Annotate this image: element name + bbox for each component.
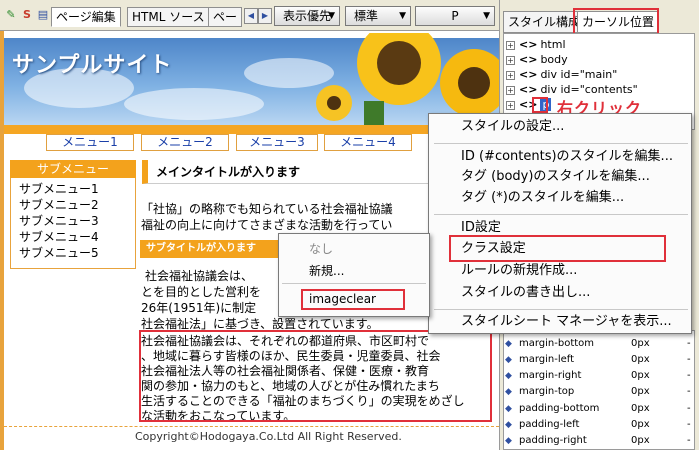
view-mode-dropdown[interactable]: 表示優先 ▼ [274, 6, 340, 26]
paragraph-value: P [451, 9, 459, 23]
property-icon: ◆ [505, 436, 512, 446]
expand-icon[interactable]: + [506, 55, 515, 65]
expand-icon[interactable]: + [506, 85, 515, 95]
class-option-none[interactable]: なし [309, 241, 333, 257]
property-icon: ◆ [505, 355, 512, 365]
tab-preview[interactable]: ペー [208, 7, 242, 27]
submenu-item[interactable]: サブメニュー2 [19, 198, 99, 213]
site-title: サンプルサイト [12, 53, 173, 78]
selected-paragraph-highlight [139, 330, 492, 422]
copyright-text: Copyright©Hodogaya.Co.Ltd All Right Rese… [135, 430, 402, 443]
context-item-new-rule[interactable]: ルールの新規作成... [461, 262, 577, 280]
expand-icon[interactable]: + [506, 100, 515, 110]
submenu-title: サブメニュー [10, 160, 136, 178]
menu-separator [434, 214, 688, 215]
main-title: メインタイトルが入ります [142, 160, 434, 184]
tag-icon: <> [519, 38, 538, 51]
context-item-edit-body-style[interactable]: タグ (body)のスタイルを編集... [461, 168, 650, 186]
expand-icon[interactable]: + [506, 40, 515, 50]
property-icon: ◆ [505, 387, 512, 397]
property-icon: ◆ [505, 339, 512, 349]
view-mode-value: 表示優先 [283, 9, 332, 23]
menu-separator [434, 309, 688, 310]
tag-icon: <> [519, 83, 538, 96]
intro-line: 福祉の向上に向けてさまざまな活動を行ってい [141, 218, 393, 232]
context-item-edit-id-style[interactable]: ID (#contents)のスタイルを編集... [461, 148, 673, 166]
pencil-icon[interactable]: ✎ [4, 8, 18, 22]
tree-item-body[interactable]: + <> body [506, 53, 568, 67]
property-icon: ◆ [505, 371, 512, 381]
context-item-stylesheet-manager[interactable]: スタイルシート マネージャを表示... [461, 313, 672, 331]
document-icon[interactable]: ▤ [36, 8, 50, 22]
tree-item-main[interactable]: + <> div id="main" [506, 68, 617, 82]
submenu-item[interactable]: サブメニュー5 [19, 246, 99, 261]
chevron-down-icon: ▼ [483, 11, 490, 21]
class-settings-highlight [449, 235, 666, 262]
class-option-new[interactable]: 新規... [309, 263, 344, 279]
tag-icon: <> [519, 68, 538, 81]
property-icon: ◆ [505, 420, 512, 430]
submenu-item[interactable]: サブメニュー4 [19, 230, 99, 245]
style-dropdown[interactable]: 標準 ▼ [345, 6, 411, 26]
menu-separator [434, 143, 688, 144]
tree-item-html[interactable]: + <> html [506, 38, 566, 52]
tree-item-label: html [540, 38, 566, 51]
chevron-down-icon: ▼ [328, 11, 335, 21]
submenu-item[interactable]: サブメニュー3 [19, 214, 99, 229]
style-value: 標準 [354, 9, 379, 23]
chevron-down-icon: ▼ [399, 11, 406, 21]
scroll-left-icon[interactable]: ◀ [244, 8, 258, 24]
context-item-style-settings[interactable]: スタイルの設定... [461, 118, 564, 136]
menu-item-4[interactable]: メニュー4 [324, 134, 412, 151]
tree-selection-highlight [532, 97, 548, 113]
tree-item-label: body [540, 53, 568, 66]
s-icon[interactable]: S [20, 8, 34, 22]
menu-item-2[interactable]: メニュー2 [141, 134, 229, 151]
property-icon: ◆ [505, 404, 512, 414]
paragraph-dropdown[interactable]: P ▼ [415, 6, 495, 26]
context-item-edit-universal-style[interactable]: タグ (*)のスタイルを編集... [461, 189, 624, 207]
context-item-export-style[interactable]: スタイルの書き出し... [461, 284, 590, 302]
tree-item-label: div id="main" [540, 68, 618, 81]
tab-page-edit[interactable]: ページ編集 [51, 7, 121, 27]
editor-toolbar: ✎ S ▤ ページ編集 HTML ソース ペー ◀ ▶ 表示優先 ▼ 標準 ▼ P ▼ [0, 0, 499, 31]
tab-html-source[interactable]: HTML ソース [127, 7, 210, 27]
expand-icon[interactable]: + [506, 70, 515, 80]
scroll-right-icon[interactable]: ▶ [258, 8, 272, 24]
para1-line: 26年(1951年)に制定 [141, 301, 257, 315]
tag-icon: <> [519, 53, 538, 66]
subtitle: サブタイトルが入ります [140, 240, 280, 258]
menu-separator [282, 283, 426, 284]
footer-divider [4, 426, 499, 427]
imageclear-highlight [301, 289, 405, 310]
intro-line: 「社協」の略称でも知られている社会福祉協議 [141, 202, 393, 216]
header-band [4, 125, 499, 134]
menu-item-3[interactable]: メニュー3 [236, 134, 318, 151]
para1-line: とを目的とした営利を [141, 285, 262, 299]
menu-item-1[interactable]: メニュー1 [46, 134, 134, 151]
submenu-item[interactable]: サブメニュー1 [19, 182, 99, 197]
para1-line: 社会福祉協議会は、 [145, 269, 254, 283]
